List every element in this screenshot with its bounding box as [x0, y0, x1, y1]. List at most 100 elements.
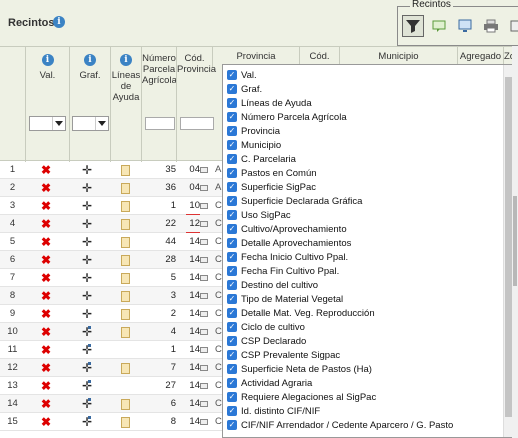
checkbox-checked-icon[interactable]: ✓ [227, 280, 237, 290]
column-option[interactable]: ✓ Superficie Neta de Pastos (Ha) [227, 362, 372, 376]
cprov-filter-input[interactable] [180, 117, 214, 130]
checkbox-checked-icon[interactable]: ✓ [227, 364, 237, 374]
invalid-x-icon[interactable]: ✖ [39, 161, 53, 179]
edit-box-icon[interactable] [200, 203, 208, 209]
move-cross-icon[interactable]: ✛ [80, 233, 94, 251]
filter-columns-button[interactable] [402, 15, 424, 37]
column-option[interactable]: ✓ Uso SigPac [227, 208, 291, 222]
move-cross-icon[interactable]: ✛ [80, 161, 94, 179]
move-cross-icon[interactable]: ✛ [80, 395, 94, 413]
document-icon[interactable] [121, 327, 130, 338]
export-button[interactable] [506, 15, 518, 37]
checkbox-checked-icon[interactable]: ✓ [227, 84, 237, 94]
move-cross-icon[interactable]: ✛ [80, 341, 94, 359]
col-header-val[interactable]: i Val. [25, 47, 69, 162]
checkbox-checked-icon[interactable]: ✓ [227, 266, 237, 276]
checkbox-checked-icon[interactable]: ✓ [227, 182, 237, 192]
edit-box-icon[interactable] [200, 311, 208, 317]
document-icon[interactable] [121, 255, 130, 266]
move-cross-icon[interactable]: ✛ [80, 179, 94, 197]
document-icon[interactable] [121, 183, 130, 194]
move-cross-icon[interactable]: ✛ [80, 377, 94, 395]
edit-box-icon[interactable] [200, 365, 208, 371]
document-icon[interactable] [121, 273, 130, 284]
document-icon[interactable] [121, 219, 130, 230]
document-icon[interactable] [121, 417, 130, 428]
checkbox-checked-icon[interactable]: ✓ [227, 238, 237, 248]
edit-box-icon[interactable] [200, 419, 208, 425]
column-option[interactable]: ✓ Provincia [227, 124, 280, 138]
column-option[interactable]: ✓ Tipo de Material Vegetal [227, 292, 343, 306]
invalid-x-icon[interactable]: ✖ [39, 287, 53, 305]
move-cross-icon[interactable]: ✛ [80, 413, 94, 431]
document-icon[interactable] [121, 237, 130, 248]
move-cross-icon[interactable]: ✛ [80, 305, 94, 323]
move-cross-icon[interactable]: ✛ [80, 215, 94, 233]
document-icon[interactable] [121, 309, 130, 320]
column-option[interactable]: ✓ Fecha Fin Cultivo Ppal. [227, 264, 339, 278]
invalid-x-icon[interactable]: ✖ [39, 413, 53, 431]
column-option[interactable]: ✓ Requiere Alegaciones al SigPac [227, 390, 376, 404]
edit-box-icon[interactable] [200, 257, 208, 263]
col-header-lineas[interactable]: i Líneas de Ayuda [110, 47, 141, 162]
document-icon[interactable] [121, 399, 130, 410]
edit-box-icon[interactable] [200, 401, 208, 407]
column-option[interactable]: ✓ Graf. [227, 82, 262, 96]
checkbox-checked-icon[interactable]: ✓ [227, 406, 237, 416]
checkbox-checked-icon[interactable]: ✓ [227, 350, 237, 360]
edit-box-icon[interactable] [200, 347, 208, 353]
move-cross-icon[interactable]: ✛ [80, 251, 94, 269]
edit-box-icon[interactable] [200, 383, 208, 389]
checkbox-checked-icon[interactable]: ✓ [227, 322, 237, 332]
document-icon[interactable] [121, 363, 130, 374]
checkbox-checked-icon[interactable]: ✓ [227, 154, 237, 164]
column-option[interactable]: ✓ Superficie Declarada Gráfica [227, 194, 362, 208]
column-option[interactable]: ✓ Detalle Mat. Veg. Reproducción [227, 306, 375, 320]
column-option[interactable]: ✓ Id. distinto CIF/NIF [227, 404, 320, 418]
invalid-x-icon[interactable]: ✖ [39, 377, 53, 395]
column-option[interactable]: ✓ Destino del cultivo [227, 278, 318, 292]
checkbox-checked-icon[interactable]: ✓ [227, 336, 237, 346]
graf-filter-select[interactable] [72, 116, 109, 131]
checkbox-checked-icon[interactable]: ✓ [227, 378, 237, 388]
invalid-x-icon[interactable]: ✖ [39, 323, 53, 341]
document-icon[interactable] [121, 201, 130, 212]
column-option[interactable]: ✓ Número Parcela Agrícola [227, 110, 347, 124]
column-option[interactable]: ✓ CSP Prevalente Sigpac [227, 348, 340, 362]
invalid-x-icon[interactable]: ✖ [39, 215, 53, 233]
column-option[interactable]: ✓ Ciclo de cultivo [227, 320, 305, 334]
invalid-x-icon[interactable]: ✖ [39, 269, 53, 287]
invalid-x-icon[interactable]: ✖ [39, 197, 53, 215]
checkbox-checked-icon[interactable]: ✓ [227, 252, 237, 262]
column-option[interactable]: ✓ Líneas de Ayuda [227, 96, 312, 110]
comment-button[interactable] [428, 15, 450, 37]
column-option[interactable]: ✓ Superficie SigPac [227, 180, 316, 194]
checkbox-checked-icon[interactable]: ✓ [227, 70, 237, 80]
scrollbar-thumb[interactable] [505, 77, 512, 417]
column-option[interactable]: ✓ Detalle Aprovechamientos [227, 236, 351, 250]
column-option[interactable]: ✓ CIF/NIF Arrendador / Cedente Aparcero /… [227, 418, 453, 432]
checkbox-checked-icon[interactable]: ✓ [227, 196, 237, 206]
checkbox-checked-icon[interactable]: ✓ [227, 126, 237, 136]
nparcela-filter-input[interactable] [145, 117, 175, 130]
val-filter-select[interactable] [29, 116, 66, 131]
invalid-x-icon[interactable]: ✖ [39, 251, 53, 269]
checkbox-checked-icon[interactable]: ✓ [227, 98, 237, 108]
checkbox-checked-icon[interactable]: ✓ [227, 224, 237, 234]
edit-box-icon[interactable] [200, 293, 208, 299]
checkbox-checked-icon[interactable]: ✓ [227, 210, 237, 220]
move-cross-icon[interactable]: ✛ [80, 287, 94, 305]
checkbox-checked-icon[interactable]: ✓ [227, 140, 237, 150]
edit-box-icon[interactable] [200, 329, 208, 335]
document-icon[interactable] [121, 165, 130, 176]
column-option[interactable]: ✓ Fecha Inicio Cultivo Ppal. [227, 250, 348, 264]
column-option[interactable]: ✓ Municipio [227, 138, 281, 152]
scrollbar-thumb[interactable] [513, 196, 517, 286]
print-button[interactable] [480, 15, 502, 37]
invalid-x-icon[interactable]: ✖ [39, 179, 53, 197]
page-scrollbar[interactable] [512, 46, 518, 438]
screen-button[interactable] [454, 15, 476, 37]
move-cross-icon[interactable]: ✛ [80, 269, 94, 287]
col-header-graf[interactable]: i Graf. [69, 47, 110, 162]
edit-box-icon[interactable] [200, 221, 208, 227]
